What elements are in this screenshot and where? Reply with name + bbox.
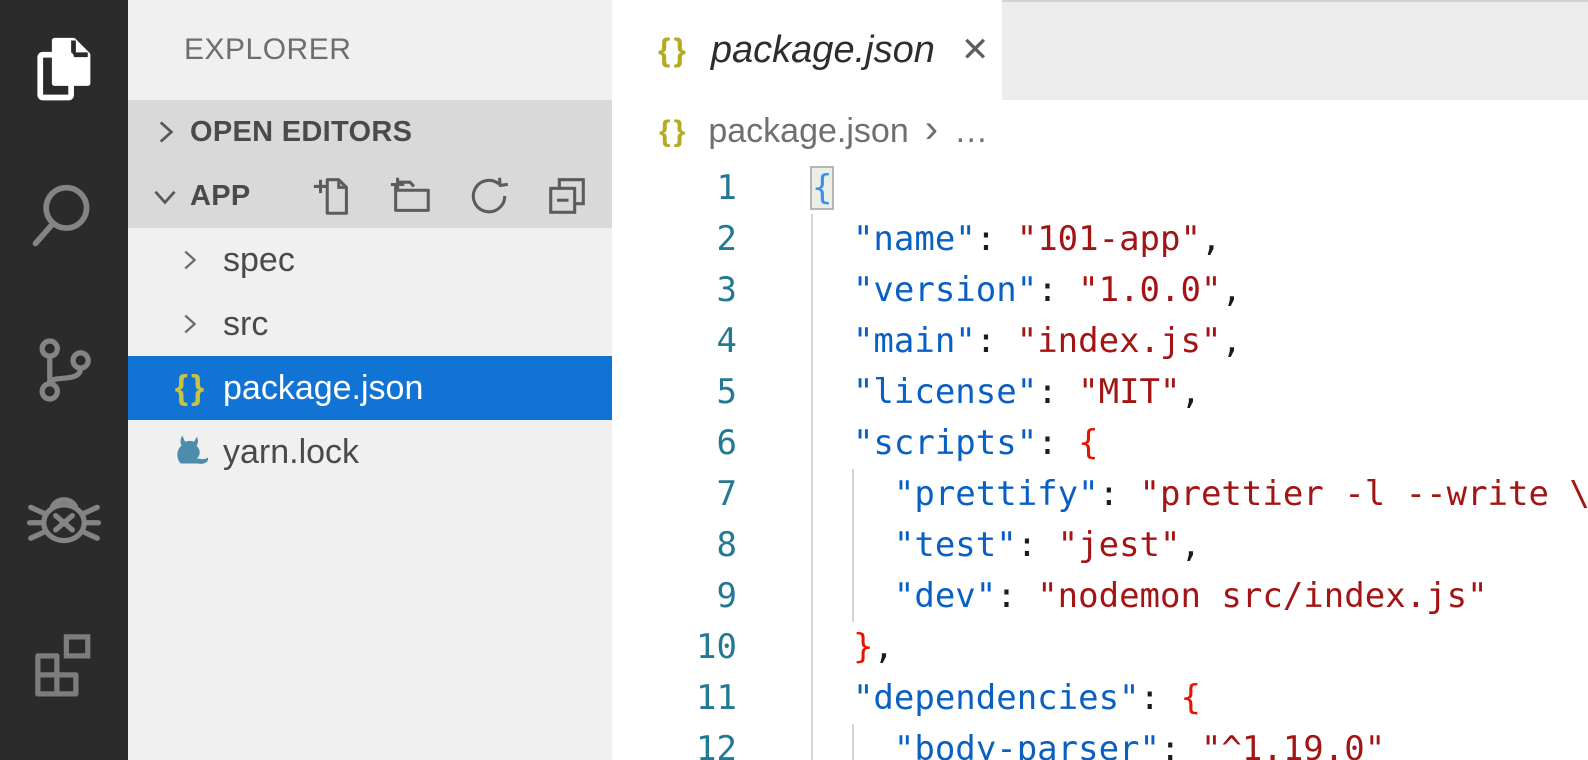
collapse-all-icon [544,173,590,219]
code-line[interactable]: 10 }, [612,622,1588,673]
line-number: 11 [612,673,737,724]
code-line[interactable]: 9 "dev": "nodemon src/index.js" [612,571,1588,622]
activity-explorer-button[interactable] [0,14,128,124]
code-line[interactable]: 12 "body-parser": "^1.19.0" [612,724,1588,760]
section-label: APP [190,180,251,213]
line-number: 12 [612,724,737,760]
code-text: "main": "index.js", [812,316,1242,367]
code-editor[interactable]: 1{2 "name": "101-app",3 "version": "1.0.… [612,163,1588,760]
tree-item-src[interactable]: src [128,292,612,356]
code-line[interactable]: 1{ [612,163,1588,214]
breadcrumb-file[interactable]: package.json [708,112,908,151]
tree-item-package-json[interactable]: {} package.json [128,356,612,420]
tree-item-label: package.json [223,369,423,408]
activity-source-control-button[interactable] [0,315,128,425]
chevron-right-icon [174,245,204,275]
close-icon[interactable]: ✕ [961,33,990,67]
json-file-icon: {} [168,369,214,408]
section-label: OPEN EDITORS [190,116,412,149]
yarn-file-icon [168,432,214,473]
code-text: "test": "jest", [812,520,1201,571]
breadcrumb-tail[interactable]: … [954,112,988,151]
json-file-icon: {} [658,32,689,69]
code-text: "version": "1.0.0", [812,265,1242,316]
line-number: 10 [612,622,737,673]
new-file-icon [310,173,356,219]
new-folder-button[interactable] [388,173,434,219]
file-tree: spec src {} package.json yarn.lock [128,228,612,484]
tree-item-label: yarn.lock [223,433,359,472]
code-text: }, [812,622,894,673]
code-line[interactable]: 4 "main": "index.js", [612,316,1588,367]
section-open-editors[interactable]: OPEN EDITORS [128,100,612,164]
extensions-icon [26,625,102,701]
code-text: "dev": "nodemon src/index.js" [812,571,1488,622]
new-folder-icon [388,173,434,219]
new-file-button[interactable] [310,173,356,219]
tab-package-json[interactable]: {} package.json ✕ [612,0,1002,100]
activity-search-button[interactable] [0,160,128,270]
line-number: 4 [612,316,737,367]
code-line[interactable]: 3 "version": "1.0.0", [612,265,1588,316]
code-text: "prettify": "prettier -l --write \ [812,469,1588,520]
line-number: 9 [612,571,737,622]
code-text: { [812,163,832,214]
line-number: 1 [612,163,737,214]
section-actions [310,173,612,219]
code-text: "license": "MIT", [812,367,1201,418]
code-lines: 1{2 "name": "101-app",3 "version": "1.0.… [612,163,1588,760]
code-line[interactable]: 7 "prettify": "prettier -l --write \ [612,469,1588,520]
tree-item-label: src [223,305,268,344]
tab-bar: {} package.json ✕ [612,0,1588,100]
code-line[interactable]: 2 "name": "101-app", [612,214,1588,265]
sidebar-title: EXPLORER [128,0,612,100]
code-text: "scripts": { [812,418,1099,469]
tree-item-yarn-lock[interactable]: yarn.lock [128,420,612,484]
code-line[interactable]: 6 "scripts": { [612,418,1588,469]
editor-group: {} package.json ✕ {} package.json › … 1{… [612,0,1588,760]
tab-bar-empty-area [1002,0,1588,100]
chevron-right-icon [174,309,204,339]
chevron-down-icon [148,179,182,213]
code-text: "dependencies": { [812,673,1201,724]
chevron-right-icon [148,115,182,149]
search-icon [26,177,102,253]
json-file-icon: {} [659,115,688,149]
tree-item-label: spec [223,241,295,280]
code-line[interactable]: 5 "license": "MIT", [612,367,1588,418]
chevron-right-icon: › [925,109,938,155]
git-branch-icon [26,332,102,408]
vscode-window: EXPLORER OPEN EDITORS APP [0,0,1588,760]
line-number: 8 [612,520,737,571]
section-app[interactable]: APP [128,164,612,228]
activity-bar [0,0,128,760]
sidebar-sections: OPEN EDITORS APP [128,100,612,228]
activity-extensions-button[interactable] [0,608,128,718]
line-number: 2 [612,214,737,265]
collapse-all-button[interactable] [544,173,590,219]
line-number: 7 [612,469,737,520]
code-line[interactable]: 8 "test": "jest", [612,520,1588,571]
line-number: 3 [612,265,737,316]
files-icon [26,31,102,107]
tab-title: package.json [711,29,935,72]
refresh-icon [466,173,512,219]
code-line[interactable]: 11 "dependencies": { [612,673,1588,724]
line-number: 5 [612,367,737,418]
breadcrumb: {} package.json › … [612,100,1588,163]
line-number: 6 [612,418,737,469]
refresh-button[interactable] [466,173,512,219]
explorer-sidebar: EXPLORER OPEN EDITORS APP [128,0,612,760]
code-text: "body-parser": "^1.19.0" [812,724,1385,760]
code-text: "name": "101-app", [812,214,1221,265]
tree-item-spec[interactable]: spec [128,228,612,292]
activity-debug-button[interactable] [0,463,128,573]
bug-icon [26,480,102,556]
